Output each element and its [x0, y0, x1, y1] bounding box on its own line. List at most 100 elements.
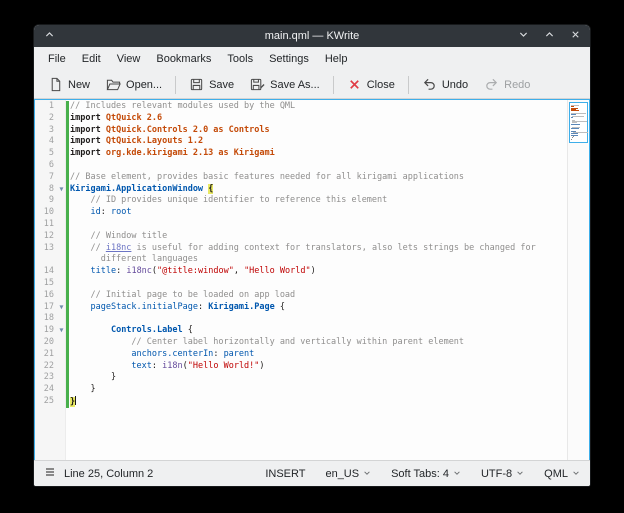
- line-number: 8: [35, 184, 57, 196]
- minimap-visible-region[interactable]: [569, 102, 588, 143]
- code-line-6[interactable]: 6: [35, 160, 567, 172]
- code-line-10[interactable]: 10 id: root: [35, 207, 567, 219]
- code-text: // i18nc is useful for adding context fo…: [66, 243, 567, 255]
- fold-marker-icon[interactable]: ▼: [57, 302, 66, 314]
- code-line-17[interactable]: 17▼ pageStack.initialPage: Kirigami.Page…: [35, 302, 567, 314]
- code-line-wrap[interactable]: different languages: [35, 254, 567, 266]
- scrollbar-minimap-track[interactable]: [567, 100, 589, 460]
- new-button[interactable]: New: [40, 74, 98, 95]
- code-line-5[interactable]: 5import org.kde.kirigami 2.13 as Kirigam…: [35, 148, 567, 160]
- line-number: 16: [35, 290, 57, 302]
- close-button[interactable]: Close: [339, 74, 403, 95]
- minimap-line: [573, 136, 575, 137]
- code-line-15[interactable]: 15: [35, 278, 567, 290]
- fold-column: [57, 372, 66, 384]
- fold-column: [57, 231, 66, 243]
- fold-marker-icon[interactable]: ▼: [57, 184, 66, 196]
- fold-column: [57, 207, 66, 219]
- toolbar-separator: [333, 76, 334, 94]
- code-line-4[interactable]: 4import QtQuick.Layouts 1.2: [35, 136, 567, 148]
- fold-column: [57, 101, 66, 113]
- code-line-24[interactable]: 24 }: [35, 384, 567, 396]
- code-text: id: root: [66, 207, 567, 219]
- fold-column: [57, 195, 66, 207]
- menu-help[interactable]: Help: [317, 49, 356, 69]
- menubar: FileEditViewBookmarksToolsSettingsHelp: [34, 47, 590, 71]
- editor-view[interactable]: 1// Includes relevant modules used by th…: [34, 99, 590, 460]
- code-text: }: [66, 372, 567, 384]
- code-text: anchors.centerIn: parent: [66, 349, 567, 361]
- code-line-22[interactable]: 22 text: i18n("Hello World!"): [35, 361, 567, 373]
- statusbar-qml[interactable]: QML: [544, 468, 580, 480]
- undo-button[interactable]: Undo: [414, 74, 476, 95]
- code-text: // Initial page to be loaded on app load: [66, 290, 567, 302]
- code-line-21[interactable]: 21 anchors.centerIn: parent: [35, 349, 567, 361]
- line-number: [35, 254, 57, 266]
- code-text: // Center label horizontally and vertica…: [66, 337, 567, 349]
- maximize-button[interactable]: [542, 29, 556, 43]
- code-line-8[interactable]: 8▼Kirigami.ApplicationWindow {: [35, 184, 567, 196]
- minimize-button[interactable]: [516, 29, 530, 43]
- code-line-3[interactable]: 3import QtQuick.Controls 2.0 as Controls: [35, 125, 567, 137]
- menu-settings[interactable]: Settings: [261, 49, 317, 69]
- code-area[interactable]: 1// Includes relevant modules used by th…: [35, 101, 567, 408]
- code-text: // Window title: [66, 231, 567, 243]
- code-line-18[interactable]: 18: [35, 313, 567, 325]
- menu-file[interactable]: File: [40, 49, 74, 69]
- line-number: 25: [35, 396, 57, 408]
- folder-open-icon: [106, 77, 121, 92]
- minimap-line: [572, 116, 584, 117]
- code-line-2[interactable]: 2import QtQuick 2.6: [35, 113, 567, 125]
- line-number: 17: [35, 302, 57, 314]
- code-line-19[interactable]: 19▼ Controls.Label {: [35, 325, 567, 337]
- fold-column: [57, 396, 66, 408]
- statusbar-soft-tabs-4[interactable]: Soft Tabs: 4: [391, 468, 461, 480]
- line-number: 9: [35, 195, 57, 207]
- statusbar-insert[interactable]: INSERT: [265, 468, 305, 480]
- statusbar: Line 25, Column 2 INSERT en_US Soft Tabs: …: [34, 460, 590, 486]
- code-line-16[interactable]: 16 // Initial page to be loaded on app l…: [35, 290, 567, 302]
- cursor-position-label: Line 25, Column 2: [64, 468, 153, 480]
- statusbar-menu-icon[interactable]: [44, 466, 56, 481]
- minimap-line: [571, 110, 579, 111]
- code-line-25[interactable]: 25}: [35, 396, 567, 408]
- menu-edit[interactable]: Edit: [74, 49, 109, 69]
- code-text: pageStack.initialPage: Kirigami.Page {: [66, 302, 567, 314]
- menu-bookmarks[interactable]: Bookmarks: [148, 49, 219, 69]
- fold-marker-icon[interactable]: ▼: [57, 325, 66, 337]
- code-line-11[interactable]: 11: [35, 219, 567, 231]
- code-line-20[interactable]: 20 // Center label horizontally and vert…: [35, 337, 567, 349]
- line-number: 11: [35, 219, 57, 231]
- toolbar-button-label: New: [68, 79, 90, 91]
- toolbar-button-label: Close: [367, 79, 395, 91]
- statusbar-en-us[interactable]: en_US: [325, 468, 371, 480]
- menu-tools[interactable]: Tools: [219, 49, 261, 69]
- code-line-7[interactable]: 7// Base element, provides basic feature…: [35, 172, 567, 184]
- open-button[interactable]: Open...: [98, 74, 170, 95]
- toolbar-button-label: Open...: [126, 79, 162, 91]
- code-text: different languages: [66, 254, 567, 266]
- minimap-line: [571, 117, 573, 118]
- menu-view[interactable]: View: [109, 49, 149, 69]
- line-number: 14: [35, 266, 57, 278]
- line-number: 13: [35, 243, 57, 255]
- line-number: 7: [35, 172, 57, 184]
- text-cursor: [75, 396, 76, 405]
- code-line-12[interactable]: 12 // Window title: [35, 231, 567, 243]
- kwrite-window: main.qml — KWrite FileEditViewBookmarksT…: [33, 24, 591, 487]
- save-button[interactable]: Save: [181, 74, 242, 95]
- code-line-14[interactable]: 14 title: i18nc("@title:window", "Hello …: [35, 266, 567, 278]
- keep-above-button[interactable]: [42, 29, 56, 43]
- titlebar[interactable]: main.qml — KWrite: [34, 25, 590, 47]
- statusbar-item-label: UTF-8: [481, 468, 512, 480]
- code-line-23[interactable]: 23 }: [35, 372, 567, 384]
- save-as-button[interactable]: Save As...: [242, 74, 328, 95]
- code-line-13[interactable]: 13 // i18nc is useful for adding context…: [35, 243, 567, 255]
- close-window-button[interactable]: [568, 29, 582, 43]
- line-number: 2: [35, 113, 57, 125]
- code-line-9[interactable]: 9 // ID provides unique identifier to re…: [35, 195, 567, 207]
- fold-column: [57, 136, 66, 148]
- statusbar-utf-8[interactable]: UTF-8: [481, 468, 524, 480]
- chevron-down-icon: [363, 468, 371, 480]
- code-line-1[interactable]: 1// Includes relevant modules used by th…: [35, 101, 567, 113]
